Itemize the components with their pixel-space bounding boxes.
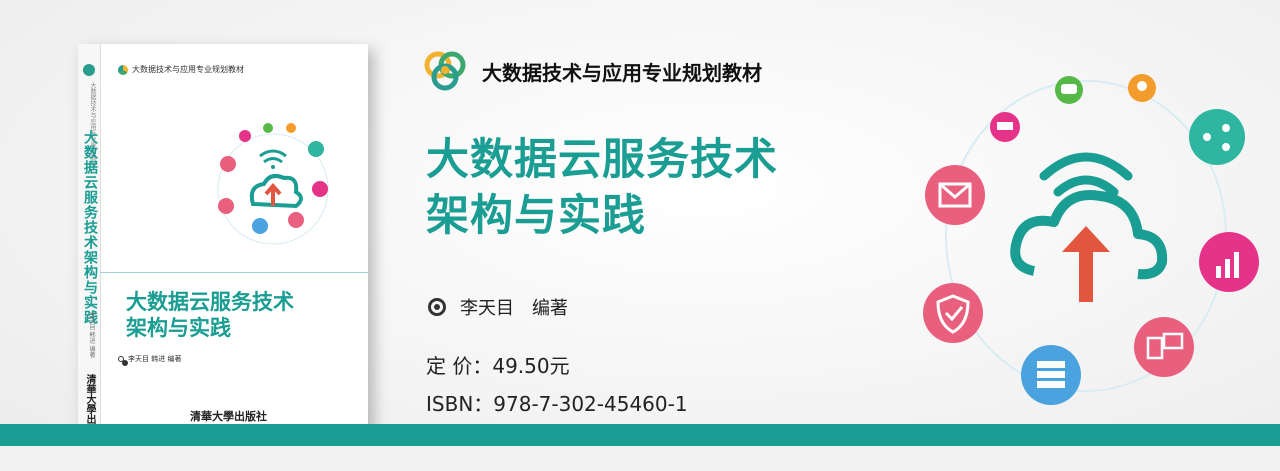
book-email-icon <box>220 156 236 172</box>
devices-icon <box>1134 317 1194 377</box>
author-label: 李天目 编著 <box>460 298 568 319</box>
book-server-icon <box>252 218 268 234</box>
book-share-icon <box>308 141 324 157</box>
book-devices-icon <box>288 212 304 228</box>
book-title-line1: 大数据云服务技术 <box>126 290 294 314</box>
cart-icon <box>990 112 1020 142</box>
email-icon <box>925 165 985 225</box>
book-title: 大数据云服务技术 架构与实践 <box>126 289 294 341</box>
cloud-upload-icon <box>1010 190 1168 302</box>
book-series: 大数据技术与应用专业规划教材 <box>118 64 244 75</box>
book-spine: 大数据技术与应用专业规划教材 大数据云服务技术架构与实践 李天目 韩进 编著 清… <box>78 44 101 444</box>
series-header: 大数据技术与应用专业规划教材 <box>422 48 762 94</box>
price: 定 价：49.50元 <box>426 354 570 378</box>
book-author: 李天目 韩进 编著 <box>118 354 182 366</box>
book-series-label: 大数据技术与应用专业规划教材 <box>132 65 244 74</box>
book-chat-icon <box>263 123 273 133</box>
book-divider <box>100 272 368 273</box>
shield-icon <box>923 283 983 343</box>
bottom-strip <box>0 446 1280 471</box>
bottom-accent-bar <box>0 424 1280 446</box>
isbn: ISBN：978-7-302-45460-1 <box>426 392 688 416</box>
book-cover: 大数据技术与应用专业规划教材 大数据云服务技术架构与实践 李天目 韩进 编著 清… <box>78 44 368 444</box>
main-title-line2: 架构与实践 <box>426 191 646 241</box>
author-line: 李天目 编著 <box>428 294 568 320</box>
location-pin-icon <box>1128 74 1156 102</box>
book-title-line2: 架构与实践 <box>126 316 231 340</box>
book-illustration <box>217 123 329 245</box>
series-title: 大数据技术与应用专业规划教材 <box>482 60 762 85</box>
book-chart-icon <box>312 181 328 197</box>
server-icon <box>1021 345 1081 405</box>
series-logo-icon <box>424 51 466 91</box>
spine-author: 李天目 韩进 编著 <box>88 312 95 358</box>
main-title: 大数据云服务技术 架构与实践 <box>426 132 778 244</box>
author-bullet-icon <box>428 298 446 316</box>
wifi-icon <box>1039 152 1133 197</box>
book-cart-icon <box>239 130 251 142</box>
spine-title: 大数据云服务技术架构与实践 <box>82 130 98 325</box>
book-pin-icon <box>286 123 296 133</box>
share-icon <box>1189 109 1245 165</box>
book-publisher: 清華大學出版社 <box>190 410 267 423</box>
book-author-label: 李天目 韩进 编著 <box>128 355 182 363</box>
cloud-services-illustration <box>923 74 1259 405</box>
book-shield-icon <box>218 198 234 214</box>
author-bullet-icon <box>118 356 128 366</box>
book-wifi-icon <box>259 149 287 169</box>
chart-icon <box>1199 232 1259 292</box>
chat-icon <box>1055 76 1083 104</box>
main-title-line1: 大数据云服务技术 <box>426 135 778 185</box>
spine-logo-icon <box>83 64 95 76</box>
series-logo-icon <box>118 64 128 75</box>
